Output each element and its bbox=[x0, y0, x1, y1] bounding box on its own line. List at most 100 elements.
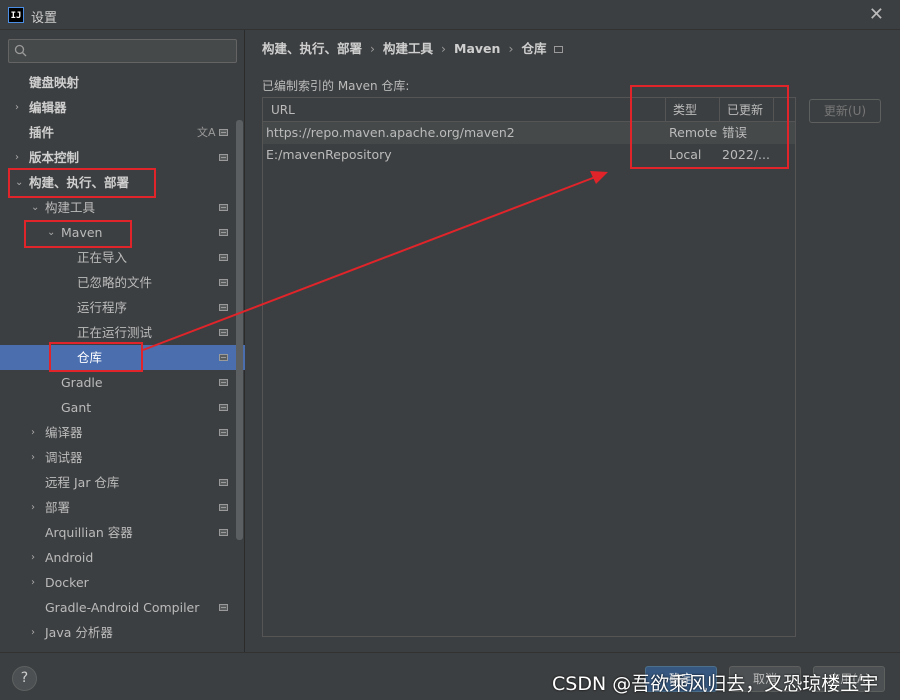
sidebar-item[interactable]: Arquillian 容器 bbox=[0, 520, 245, 545]
repositories-table: URL 类型 已更新 https://repo.maven.apache.org… bbox=[262, 97, 796, 637]
sidebar-item[interactable]: ⌄ Maven bbox=[0, 220, 245, 245]
project-scope-icon bbox=[219, 154, 228, 161]
project-scope-icon bbox=[219, 229, 228, 236]
sidebar-item-label: Gradle bbox=[61, 375, 103, 390]
sidebar-item-label: 正在运行测试 bbox=[77, 325, 153, 340]
sidebar-item[interactable]: 仓库 bbox=[0, 345, 245, 370]
sidebar-item-label: Docker bbox=[45, 575, 89, 590]
sidebar-item-label: 运行程序 bbox=[77, 300, 128, 315]
repo-updated-cell: 错误 bbox=[722, 125, 748, 140]
title-bar: IJ 设置 ✕ bbox=[0, 0, 900, 30]
breadcrumb-separator-icon: › bbox=[508, 41, 514, 56]
repo-updated-cell: 2022/... bbox=[722, 147, 770, 162]
sidebar-item[interactable]: › Docker bbox=[0, 570, 245, 595]
project-scope-icon bbox=[219, 529, 228, 536]
breadcrumb: 构建、执行、部署 › 构建工具 › Maven › 仓库 bbox=[262, 38, 564, 57]
sidebar-item[interactable]: 键盘映射 bbox=[0, 70, 245, 95]
sidebar-item[interactable]: 插件 文A bbox=[0, 120, 245, 145]
sidebar-item-label: 远程 Jar 仓库 bbox=[45, 475, 120, 490]
help-icon[interactable]: ? bbox=[12, 666, 37, 691]
column-header-url[interactable]: URL bbox=[271, 98, 665, 122]
sidebar-item[interactable]: Gant bbox=[0, 395, 245, 420]
chevron-right-icon[interactable]: › bbox=[31, 570, 35, 595]
dialog-footer: ? 确定 取消 应用(A) CSDN @吾欲乘风归去，又恐琼楼玉宇 bbox=[0, 652, 900, 700]
sidebar-item[interactable]: › 调试器 bbox=[0, 445, 245, 470]
breadcrumb-separator-icon: › bbox=[441, 41, 447, 56]
sidebar-item-label: 正在导入 bbox=[77, 250, 128, 265]
update-button[interactable]: 更新(U) bbox=[809, 99, 881, 123]
breadcrumb-item: 仓库 bbox=[521, 41, 547, 56]
project-scope-icon bbox=[554, 46, 564, 53]
sidebar-item-label: Arquillian 容器 bbox=[45, 525, 133, 540]
chevron-right-icon[interactable]: › bbox=[15, 95, 19, 120]
chevron-right-icon[interactable]: › bbox=[31, 620, 35, 645]
window-title: 设置 bbox=[31, 11, 58, 26]
sidebar-item-label: 键盘映射 bbox=[29, 75, 80, 90]
chevron-down-icon[interactable]: ⌄ bbox=[31, 195, 39, 220]
sidebar-item[interactable]: › Android bbox=[0, 545, 245, 570]
sidebar-item-label: Maven bbox=[61, 225, 103, 240]
project-scope-icon bbox=[219, 304, 228, 311]
project-scope-icon bbox=[219, 404, 228, 411]
sidebar-item-label: 构建工具 bbox=[45, 200, 96, 215]
chevron-right-icon[interactable]: › bbox=[15, 145, 19, 170]
chevron-down-icon[interactable]: ⌄ bbox=[47, 220, 55, 245]
column-header-updated[interactable]: 已更新 bbox=[719, 98, 773, 122]
sidebar-item[interactable]: 远程 Jar 仓库 bbox=[0, 470, 245, 495]
project-scope-icon bbox=[219, 429, 228, 436]
repo-url-cell: E:/mavenRepository bbox=[266, 147, 392, 162]
table-row[interactable]: E:/mavenRepository Local 2022/... bbox=[263, 144, 795, 166]
sidebar-item[interactable]: › 编辑器 bbox=[0, 95, 245, 120]
repo-type-cell: Remote bbox=[669, 125, 718, 140]
sidebar-item-label: Android bbox=[45, 550, 94, 565]
search-icon bbox=[14, 44, 27, 57]
translate-icon: 文A bbox=[197, 126, 216, 139]
repo-type-cell: Local bbox=[669, 147, 702, 162]
chevron-right-icon[interactable]: › bbox=[31, 420, 35, 445]
sidebar-item-label: Gradle-Android Compiler bbox=[45, 600, 200, 615]
sidebar-item[interactable]: Gradle bbox=[0, 370, 245, 395]
project-scope-icon bbox=[219, 379, 228, 386]
project-scope-icon bbox=[219, 604, 228, 611]
watermark-text: CSDN @吾欲乘风归去，又恐琼楼玉宇 bbox=[552, 673, 879, 695]
sidebar-item[interactable]: › 编译器 bbox=[0, 420, 245, 445]
table-row[interactable]: https://repo.maven.apache.org/maven2 Rem… bbox=[263, 122, 795, 144]
sidebar-scrollbar[interactable] bbox=[236, 120, 243, 540]
project-scope-icon bbox=[219, 254, 228, 261]
sidebar-item[interactable]: › 版本控制 bbox=[0, 145, 245, 170]
sidebar-item[interactable]: 正在导入 bbox=[0, 245, 245, 270]
close-icon[interactable]: ✕ bbox=[869, 4, 884, 25]
breadcrumb-item[interactable]: 构建工具 bbox=[383, 41, 433, 56]
breadcrumb-separator-icon: › bbox=[370, 41, 376, 56]
sidebar-item[interactable]: Gradle-Android Compiler bbox=[0, 595, 245, 620]
sidebar-item-label: Gant bbox=[61, 400, 92, 415]
project-scope-icon bbox=[219, 479, 228, 486]
breadcrumb-item[interactable]: Maven bbox=[454, 41, 500, 56]
sidebar-item-label: 构建、执行、部署 bbox=[29, 175, 130, 190]
sidebar-item[interactable]: › 部署 bbox=[0, 495, 245, 520]
sidebar-item-label: 插件 bbox=[29, 125, 55, 140]
indexed-repos-label: 已编制索引的 Maven 仓库: bbox=[262, 79, 410, 93]
chevron-right-icon[interactable]: › bbox=[31, 545, 35, 570]
repo-url-cell: https://repo.maven.apache.org/maven2 bbox=[266, 125, 515, 140]
chevron-right-icon[interactable]: › bbox=[31, 495, 35, 520]
project-scope-icon bbox=[219, 354, 228, 361]
project-scope-icon bbox=[219, 329, 228, 336]
sidebar-item[interactable]: ⌄ 构建、执行、部署 bbox=[0, 170, 245, 195]
sidebar-item-label: 编译器 bbox=[45, 425, 83, 440]
settings-search-input[interactable] bbox=[8, 39, 237, 63]
sidebar-item[interactable]: 正在运行测试 bbox=[0, 320, 245, 345]
column-header-filler bbox=[773, 98, 795, 122]
breadcrumb-item[interactable]: 构建、执行、部署 bbox=[262, 41, 362, 56]
sidebar-item[interactable]: 已忽略的文件 bbox=[0, 270, 245, 295]
sidebar-item[interactable]: ⌄ 构建工具 bbox=[0, 195, 245, 220]
column-header-type[interactable]: 类型 bbox=[665, 98, 719, 122]
sidebar-item-label: 调试器 bbox=[45, 450, 83, 465]
chevron-right-icon[interactable]: › bbox=[31, 445, 35, 470]
sidebar-item-label: 仓库 bbox=[77, 350, 103, 365]
sidebar-item[interactable]: › Java 分析器 bbox=[0, 620, 245, 645]
chevron-down-icon[interactable]: ⌄ bbox=[15, 170, 23, 195]
settings-content: 构建、执行、部署 › 构建工具 › Maven › 仓库 已编制索引的 Maven 仓库: … bbox=[246, 30, 900, 652]
sidebar-item[interactable]: 运行程序 bbox=[0, 295, 245, 320]
project-scope-icon bbox=[219, 279, 228, 286]
